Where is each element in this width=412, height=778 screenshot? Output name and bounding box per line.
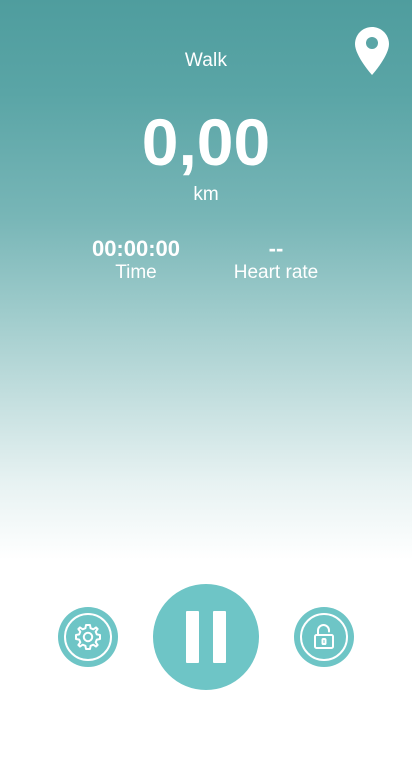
- time-stat: 00:00:00 Time: [61, 236, 211, 284]
- lock-button[interactable]: [294, 607, 354, 667]
- pause-bar-right: [213, 611, 226, 663]
- settings-button[interactable]: [58, 607, 118, 667]
- pause-icon: [186, 611, 226, 663]
- workout-screen: Walk 0,00 km 00:00:00 Time -- Heart rate: [0, 0, 412, 778]
- activity-type-label: Walk: [184, 50, 228, 71]
- settings-ring: [64, 613, 112, 661]
- pause-bar-left: [186, 611, 199, 663]
- pause-button[interactable]: [153, 584, 259, 690]
- time-value: 00:00:00: [91, 236, 181, 261]
- distance-unit: km: [193, 184, 219, 205]
- heart-rate-value: --: [268, 236, 284, 261]
- lock-ring: [300, 613, 348, 661]
- distance-value: 0,00: [141, 105, 271, 179]
- heart-rate-label: Heart rate: [233, 262, 319, 283]
- gear-icon: [75, 624, 101, 650]
- heart-rate-stat: -- Heart rate: [201, 236, 351, 284]
- unlocked-padlock-icon: [314, 624, 334, 649]
- time-label: Time: [115, 262, 157, 283]
